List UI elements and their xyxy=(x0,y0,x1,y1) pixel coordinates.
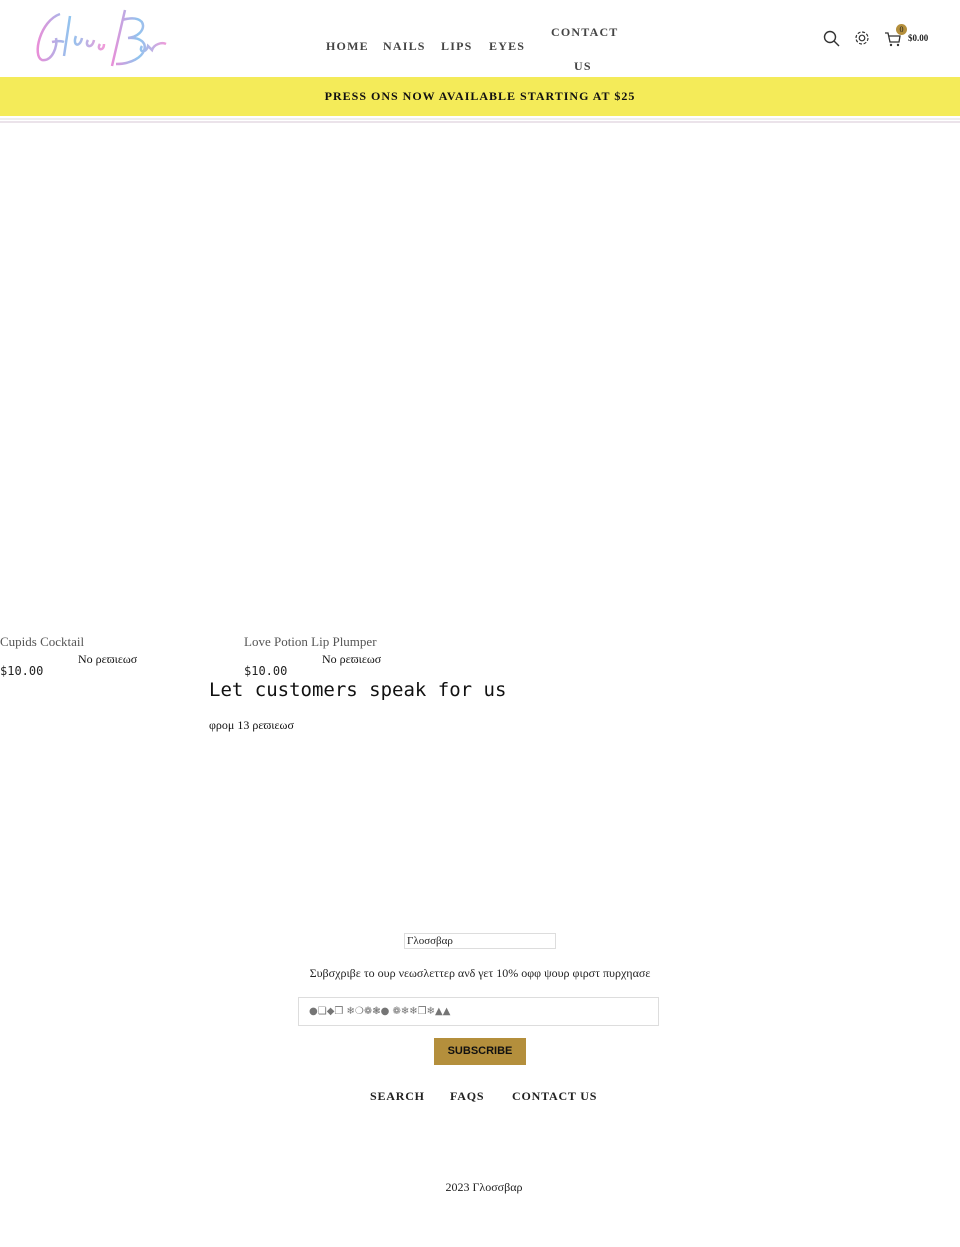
divider xyxy=(0,118,960,123)
nav-home[interactable]: HOME xyxy=(326,39,369,54)
product-reviews: Νο ρεϖιεωσ xyxy=(78,652,138,666)
nav-nails[interactable]: NAILS xyxy=(383,39,426,54)
nav-contact[interactable]: CONTACT xyxy=(551,25,619,40)
cart-count-badge: 0 xyxy=(896,24,907,35)
settings-gear-icon[interactable] xyxy=(853,29,871,47)
gloss-bar-logo[interactable] xyxy=(30,6,170,70)
product-title[interactable]: Cupids Cocktail xyxy=(0,634,84,650)
newsletter-brand-field: Γλοσσβαρ xyxy=(404,933,556,949)
nav-lips[interactable]: LIPS xyxy=(441,39,472,54)
subscribe-button[interactable]: SUBSCRIBE xyxy=(434,1038,526,1065)
search-icon[interactable] xyxy=(823,30,841,48)
product-title[interactable]: Love Potion Lip Plumper xyxy=(244,634,377,650)
cart-total[interactable]: $0.00 xyxy=(908,33,928,43)
footer-link-faqs[interactable]: FAQS xyxy=(450,1089,484,1104)
review-count: φρομ 13 ρεϖιεωσ xyxy=(209,718,294,732)
product-reviews: Νο ρεϖιεωσ xyxy=(322,652,382,666)
email-input[interactable] xyxy=(298,997,659,1026)
promo-banner: PRESS ONS NOW AVAILABLE STARTING AT $25 xyxy=(0,77,960,116)
product-price: $10.00 xyxy=(0,664,44,678)
nav-eyes[interactable]: EYES xyxy=(489,39,525,54)
newsletter-text: Συβσχριβε το ουρ νεωσλεττερ ανδ γετ 10% … xyxy=(309,966,651,980)
footer-link-search[interactable]: SEARCH xyxy=(370,1089,425,1104)
nav-contact-us-line2[interactable]: US xyxy=(574,59,592,74)
footer-link-contact[interactable]: CONTACT US xyxy=(512,1089,597,1104)
testimonials-heading: Let customers speak for us xyxy=(209,679,507,701)
copyright: 2023 Γλοσσβαρ xyxy=(445,1180,523,1194)
product-price: $10.00 xyxy=(244,664,288,678)
